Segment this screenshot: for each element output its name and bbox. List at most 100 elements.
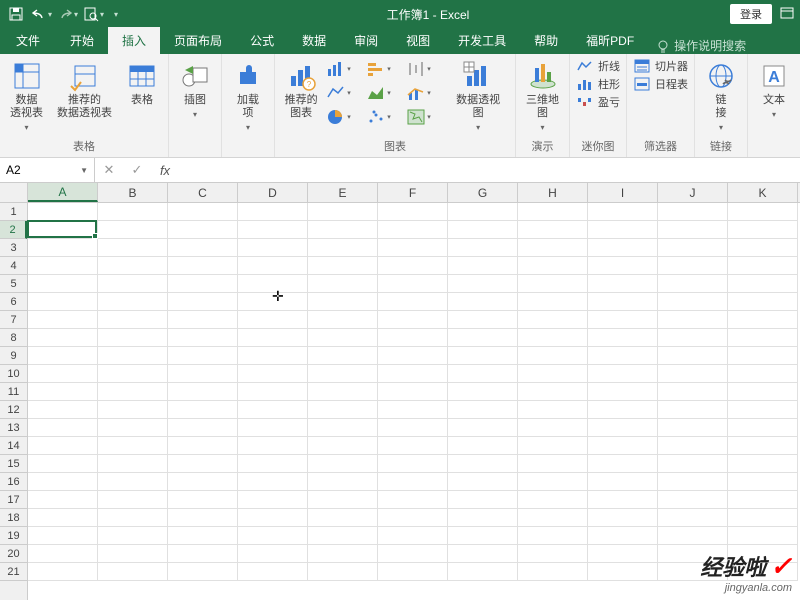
cell[interactable] <box>588 419 658 437</box>
row-header[interactable]: 15 <box>0 455 27 473</box>
cell[interactable] <box>378 563 448 581</box>
cell[interactable] <box>378 329 448 347</box>
cell[interactable] <box>308 221 378 239</box>
row-header[interactable]: 6 <box>0 293 27 311</box>
cell[interactable] <box>238 383 308 401</box>
cell[interactable] <box>518 437 588 455</box>
cell[interactable] <box>308 401 378 419</box>
cell[interactable] <box>168 491 238 509</box>
worksheet-grid[interactable]: ABCDEFGHIJK 1234567891011121314151617181… <box>0 183 800 600</box>
row-header[interactable]: 2 <box>0 221 27 239</box>
row-header[interactable]: 16 <box>0 473 27 491</box>
link-button[interactable]: 链 接▾ <box>701 58 741 134</box>
redo-icon[interactable]: ▾ <box>60 6 76 22</box>
cell[interactable] <box>308 311 378 329</box>
pivot-table-button[interactable]: 数据 透视表▾ <box>6 58 47 134</box>
cell[interactable] <box>658 509 728 527</box>
cell[interactable] <box>98 383 168 401</box>
preview-icon[interactable]: ▾ <box>86 6 102 22</box>
cell[interactable] <box>168 203 238 221</box>
cell[interactable] <box>448 509 518 527</box>
cell[interactable] <box>168 347 238 365</box>
cell[interactable] <box>98 293 168 311</box>
cell[interactable] <box>728 401 798 419</box>
cell[interactable] <box>168 221 238 239</box>
cell[interactable] <box>308 563 378 581</box>
cell[interactable] <box>98 491 168 509</box>
cell[interactable] <box>308 545 378 563</box>
cell[interactable] <box>518 293 588 311</box>
cell[interactable] <box>518 419 588 437</box>
column-header[interactable]: F <box>378 183 448 202</box>
cell[interactable] <box>378 419 448 437</box>
row-header[interactable]: 20 <box>0 545 27 563</box>
cell[interactable] <box>98 275 168 293</box>
cell[interactable] <box>588 239 658 257</box>
cell[interactable] <box>658 275 728 293</box>
row-header[interactable]: 3 <box>0 239 27 257</box>
cell[interactable] <box>658 239 728 257</box>
cell[interactable] <box>728 473 798 491</box>
cell[interactable] <box>168 437 238 455</box>
line-chart-button[interactable]: ▾ <box>327 82 361 104</box>
cell[interactable] <box>28 203 98 221</box>
cell[interactable] <box>378 509 448 527</box>
column-header[interactable]: E <box>308 183 378 202</box>
bar-chart-button[interactable]: ▾ <box>367 58 401 80</box>
cell[interactable] <box>658 491 728 509</box>
cell[interactable] <box>658 455 728 473</box>
cell[interactable] <box>728 239 798 257</box>
cell[interactable] <box>728 329 798 347</box>
cell[interactable] <box>378 293 448 311</box>
cell[interactable] <box>728 221 798 239</box>
cell[interactable] <box>378 203 448 221</box>
cell[interactable] <box>448 329 518 347</box>
cell[interactable] <box>658 419 728 437</box>
row-header[interactable]: 1 <box>0 203 27 221</box>
cell[interactable] <box>448 365 518 383</box>
cell[interactable] <box>28 509 98 527</box>
cell[interactable] <box>378 473 448 491</box>
cell[interactable] <box>28 437 98 455</box>
cell[interactable] <box>728 455 798 473</box>
cell[interactable] <box>98 509 168 527</box>
cell[interactable] <box>518 527 588 545</box>
cell[interactable] <box>728 491 798 509</box>
cell[interactable] <box>168 293 238 311</box>
cell[interactable] <box>28 347 98 365</box>
cell[interactable] <box>448 527 518 545</box>
cell[interactable] <box>28 527 98 545</box>
cell[interactable] <box>588 293 658 311</box>
cell[interactable] <box>28 329 98 347</box>
cell[interactable] <box>378 437 448 455</box>
cell[interactable] <box>658 293 728 311</box>
cell[interactable] <box>168 329 238 347</box>
name-box[interactable]: A2 ▼ <box>0 158 95 182</box>
cell[interactable] <box>728 365 798 383</box>
insert-function-button[interactable]: fx <box>151 163 179 178</box>
cell[interactable] <box>448 347 518 365</box>
tab-layout[interactable]: 页面布局 <box>160 27 236 54</box>
cell[interactable] <box>518 203 588 221</box>
cell[interactable] <box>588 365 658 383</box>
cell[interactable] <box>238 473 308 491</box>
tab-formulas[interactable]: 公式 <box>236 27 288 54</box>
cell[interactable] <box>588 545 658 563</box>
row-header[interactable]: 8 <box>0 329 27 347</box>
cell[interactable] <box>238 311 308 329</box>
cell[interactable] <box>728 311 798 329</box>
cell[interactable] <box>168 311 238 329</box>
cell[interactable] <box>588 527 658 545</box>
cell[interactable] <box>168 383 238 401</box>
cell[interactable] <box>448 437 518 455</box>
cell[interactable] <box>588 275 658 293</box>
cell[interactable] <box>378 239 448 257</box>
name-box-dropdown-icon[interactable]: ▼ <box>80 166 88 175</box>
cell[interactable] <box>168 545 238 563</box>
row-header[interactable]: 12 <box>0 401 27 419</box>
cell[interactable] <box>658 437 728 455</box>
cell[interactable] <box>238 437 308 455</box>
cell[interactable] <box>98 257 168 275</box>
cell[interactable] <box>658 383 728 401</box>
cell[interactable] <box>28 257 98 275</box>
